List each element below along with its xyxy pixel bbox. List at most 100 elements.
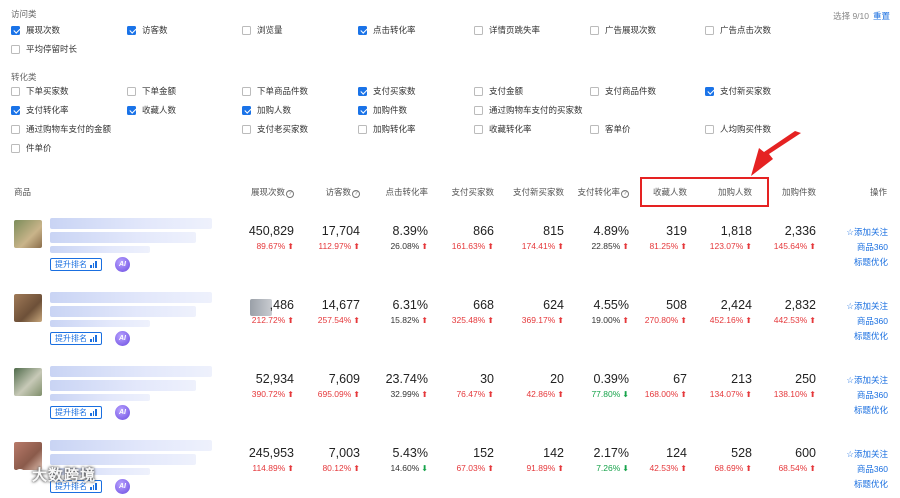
- boost-ranking-label: 提升排名: [55, 334, 87, 343]
- column-header-1[interactable]: 展现次数?: [251, 186, 294, 198]
- checkbox-unchecked-icon[interactable]: [590, 86, 599, 96]
- boost-ranking-button[interactable]: 提升排名: [50, 332, 102, 345]
- checkbox-unchecked-icon[interactable]: [705, 25, 714, 35]
- checkbox-conv-3[interactable]: 支付买家数: [358, 85, 416, 97]
- reset-link[interactable]: 重置: [873, 11, 890, 21]
- checkbox-visit-4[interactable]: 详情页跳失率: [474, 24, 540, 36]
- checkbox-conv-1[interactable]: 下单金额: [127, 85, 176, 97]
- checkbox-unchecked-icon[interactable]: [474, 25, 483, 35]
- checkbox-unchecked-icon[interactable]: [358, 124, 367, 134]
- checkbox-visit-0[interactable]: 展现次数: [11, 24, 60, 36]
- checkbox-checked-icon[interactable]: [242, 105, 251, 115]
- checkbox-conv-16[interactable]: 客单价: [590, 123, 631, 135]
- checkbox-unchecked-icon[interactable]: [590, 25, 599, 35]
- title-optimize-link[interactable]: 标题优化: [842, 477, 888, 492]
- checkbox-unchecked-icon[interactable]: [11, 44, 20, 54]
- checkbox-conv-6[interactable]: 支付新买家数: [705, 85, 771, 97]
- help-icon[interactable]: ?: [621, 190, 629, 198]
- product-thumbnail[interactable]: [14, 368, 42, 396]
- checkbox-unchecked-icon[interactable]: [11, 143, 20, 153]
- column-header-9[interactable]: 加购件数: [782, 186, 816, 198]
- column-header-6[interactable]: 支付转化率?: [577, 186, 629, 198]
- checkbox-conv-18[interactable]: 件单价: [11, 142, 52, 154]
- checkbox-unchecked-icon[interactable]: [705, 124, 714, 134]
- product-thumbnail[interactable]: [14, 294, 42, 322]
- checkbox-unchecked-icon[interactable]: [11, 124, 20, 134]
- metric-value: 866: [473, 224, 494, 238]
- product-360-link[interactable]: 商品360: [842, 388, 888, 403]
- arrow-up-icon: ⬆: [487, 242, 494, 251]
- table-row[interactable]: 提升排名 AI 245,953 114.89% ⬆ 7,003 80.12% ⬆ 5.43% 14…: [0, 434, 900, 498]
- checkbox-unchecked-icon[interactable]: [474, 86, 483, 96]
- add-follow-link[interactable]: ☆添加关注: [842, 299, 888, 314]
- arrow-up-icon: ⬆: [557, 316, 564, 325]
- column-header-3[interactable]: 点击转化率: [385, 186, 428, 198]
- checkbox-unchecked-icon[interactable]: [242, 124, 251, 134]
- add-follow-link[interactable]: ☆添加关注: [842, 447, 888, 462]
- product-360-link[interactable]: 商品360: [842, 240, 888, 255]
- ai-icon[interactable]: AI: [115, 257, 130, 272]
- checkbox-unchecked-icon[interactable]: [242, 86, 251, 96]
- checkbox-checked-icon[interactable]: [358, 25, 367, 35]
- checkbox-conv-7[interactable]: 支付转化率: [11, 104, 69, 116]
- checkbox-conv-9[interactable]: 加购人数: [242, 104, 291, 116]
- checkbox-conv-14[interactable]: 加购转化率: [358, 123, 416, 135]
- checkbox-unchecked-icon[interactable]: [242, 25, 251, 35]
- ai-icon[interactable]: AI: [115, 331, 130, 346]
- column-header-5[interactable]: 支付新买家数: [513, 186, 564, 198]
- table-row[interactable]: 提升排名 AI 52,934 390.72% ⬆ 7,609 695.09% ⬆ 23.74% 3…: [0, 360, 900, 434]
- boost-ranking-button[interactable]: 提升排名: [50, 258, 102, 271]
- checkbox-unchecked-icon[interactable]: [474, 105, 483, 115]
- checkbox-checked-icon[interactable]: [11, 105, 20, 115]
- checkbox-unchecked-icon[interactable]: [474, 124, 483, 134]
- checkbox-conv-13[interactable]: 支付老买家数: [242, 123, 308, 135]
- checkbox-checked-icon[interactable]: [127, 25, 136, 35]
- column-header-2[interactable]: 访客数?: [325, 186, 360, 198]
- checkbox-visit-2[interactable]: 浏览量: [242, 24, 283, 36]
- title-optimize-link[interactable]: 标题优化: [842, 329, 888, 344]
- table-row[interactable]: 提升排名 AI ,486 212.72% ⬆ 14,677 257.54% ⬆ 6.31% 15.…: [0, 286, 900, 360]
- checkbox-conv-0[interactable]: 下单买家数: [11, 85, 69, 97]
- add-follow-link[interactable]: ☆添加关注: [842, 225, 888, 240]
- checkbox-visit-3[interactable]: 点击转化率: [358, 24, 416, 36]
- checkbox-visit-5[interactable]: 广告展现次数: [590, 24, 656, 36]
- checkbox-conv-12[interactable]: 通过购物车支付的金额: [11, 123, 111, 135]
- checkbox-checked-icon[interactable]: [358, 105, 367, 115]
- product-360-link[interactable]: 商品360: [842, 314, 888, 329]
- checkbox-unchecked-icon[interactable]: [590, 124, 599, 134]
- ai-icon[interactable]: AI: [115, 405, 130, 420]
- product-360-link[interactable]: 商品360: [842, 462, 888, 477]
- product-thumbnail[interactable]: [14, 220, 42, 248]
- action-label: 商品360: [856, 242, 888, 252]
- title-optimize-link[interactable]: 标题优化: [842, 255, 888, 270]
- metric-value: 213: [731, 372, 752, 386]
- table-row[interactable]: 提升排名 AI 450,829 89.67% ⬆ 17,704 112.97% ⬆ 8.39% 2…: [0, 212, 900, 286]
- checkbox-checked-icon[interactable]: [11, 25, 20, 35]
- checkbox-conv-8[interactable]: 收藏人数: [127, 104, 176, 116]
- checkbox-checked-icon[interactable]: [705, 86, 714, 96]
- product-title-redacted: [50, 292, 212, 303]
- checkbox-checked-icon[interactable]: [358, 86, 367, 96]
- help-icon[interactable]: ?: [286, 190, 294, 198]
- checkbox-unchecked-icon[interactable]: [127, 86, 136, 96]
- checkbox-conv-5[interactable]: 支付商品件数: [590, 85, 656, 97]
- checkbox-visit-6[interactable]: 广告点击次数: [705, 24, 771, 36]
- checkbox-visit-1[interactable]: 访客数: [127, 24, 168, 36]
- checkbox-visit-7[interactable]: 平均停留时长: [11, 43, 77, 55]
- checkbox-conv-2[interactable]: 下单商品件数: [242, 85, 308, 97]
- checkbox-conv-4[interactable]: 支付金额: [474, 85, 523, 97]
- checkbox-unchecked-icon[interactable]: [11, 86, 20, 96]
- add-follow-link[interactable]: ☆添加关注: [842, 373, 888, 388]
- checkbox-conv-15[interactable]: 收藏转化率: [474, 123, 532, 135]
- arrow-up-icon: ⬆: [487, 464, 494, 473]
- boost-ranking-button[interactable]: 提升排名: [50, 406, 102, 419]
- checkbox-checked-icon[interactable]: [127, 105, 136, 115]
- checkbox-conv-11[interactable]: 通过购物车支付的买家数: [474, 104, 583, 116]
- metric-value: 14,677: [321, 298, 360, 312]
- help-icon[interactable]: ?: [352, 190, 360, 198]
- ai-icon[interactable]: AI: [115, 479, 130, 494]
- title-optimize-link[interactable]: 标题优化: [842, 403, 888, 418]
- checkbox-conv-10[interactable]: 加购件数: [358, 104, 407, 116]
- column-header-4[interactable]: 支付买家数: [451, 186, 494, 198]
- metric-cell: 624 369.17% ⬆: [522, 298, 564, 325]
